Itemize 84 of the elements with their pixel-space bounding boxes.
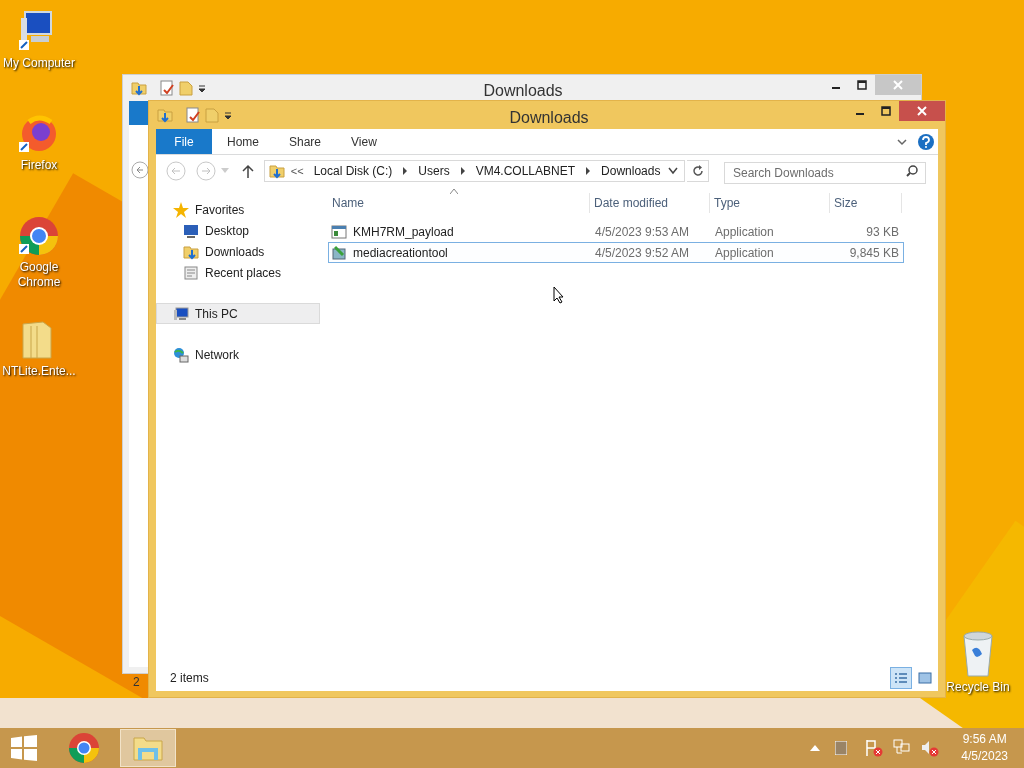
setup-icon	[331, 244, 347, 261]
column-header[interactable]: Type	[710, 193, 830, 213]
column-header[interactable]: Name	[328, 193, 590, 213]
folder-arrow-icon	[268, 163, 285, 179]
help-icon	[921, 135, 931, 148]
close-button[interactable]	[899, 101, 945, 121]
flag-error-icon	[865, 739, 884, 757]
file-row[interactable]: KMH7RM_payload 4/5/2023 9:53 AM Application 93 KB	[328, 221, 904, 242]
file-size: 93 KB	[865, 223, 900, 241]
file-size: 9,845 KB	[848, 244, 900, 262]
breadcrumb[interactable]: VM4.COLLABNET	[475, 162, 576, 180]
nav-item[interactable]: This PC	[156, 303, 320, 324]
breadcrumb[interactable]: Local Disk (C:)	[313, 162, 393, 180]
up-arrow-icon	[241, 164, 254, 178]
ribbon-tab[interactable]: View	[336, 129, 392, 154]
computer-icon	[173, 305, 189, 322]
breadcrumb[interactable]: Downloads	[601, 162, 661, 180]
picture-view-icon	[918, 672, 932, 684]
file-name[interactable]: mediacreationtool	[353, 243, 448, 262]
help-button[interactable]	[918, 133, 934, 150]
file-tab[interactable]: File	[156, 129, 212, 154]
minimize-icon	[832, 87, 840, 89]
close-icon	[893, 80, 903, 90]
close-icon	[917, 106, 927, 116]
window-title: Downloads	[508, 108, 590, 128]
status-text: 2	[133, 675, 141, 689]
search-field[interactable]: Search Downloads	[724, 162, 926, 184]
clock-date: 4/5/2023	[961, 748, 1008, 765]
ribbon-tab[interactable]: Share	[274, 129, 337, 154]
chevron-right-icon	[459, 167, 466, 175]
maximize-icon	[881, 106, 891, 116]
refresh-button[interactable]	[687, 160, 709, 182]
file-name[interactable]: KMH7RM_payload	[353, 222, 454, 241]
column-header[interactable]: Date modified	[590, 193, 710, 213]
window-title: Downloads	[482, 81, 564, 101]
chevron-right-icon	[402, 167, 409, 175]
star-icon	[173, 201, 189, 218]
address-bar[interactable]: << Local Disk (C:) Users VM4.COLLABNET Downloads	[263, 160, 686, 182]
properties-icon	[185, 107, 201, 123]
clock-time: 9:56 AM	[962, 731, 1007, 748]
new-folder-icon	[179, 80, 193, 96]
file-row[interactable]: mediacreationtool 4/5/2023 9:52 AM Application 9,845 KB	[328, 242, 904, 263]
ribbon-tab[interactable]: Home	[212, 129, 274, 154]
mouse-pointer-icon	[553, 286, 565, 304]
sort-ascending-icon	[450, 189, 458, 194]
file-date: 4/5/2023 9:52 AM	[594, 244, 691, 262]
folder-arrow-icon	[183, 243, 199, 260]
application-icon	[331, 223, 347, 240]
recycle-bin-icon	[960, 630, 996, 678]
chrome-icon	[68, 732, 100, 764]
refresh-icon	[691, 165, 704, 177]
nav-item[interactable]: Network	[156, 344, 320, 365]
file-type: Application	[714, 223, 775, 241]
folder-icon	[132, 734, 164, 762]
chrome-icon	[17, 214, 61, 258]
tray-box-icon	[835, 741, 848, 755]
search-icon	[906, 165, 918, 177]
address-overflow[interactable]: <<	[290, 162, 304, 180]
minimize-icon	[856, 113, 864, 115]
network-icon	[173, 346, 189, 363]
properties-icon	[159, 80, 175, 96]
chevron-right-icon	[585, 167, 592, 175]
windows-logo-icon	[11, 735, 37, 761]
new-folder-icon	[205, 107, 219, 123]
file-date: 4/5/2023 9:53 AM	[594, 223, 691, 241]
folder-arrow-icon	[131, 80, 147, 96]
details-view-icon	[894, 672, 908, 684]
breadcrumb[interactable]: Users	[418, 162, 450, 180]
nav-item[interactable]: Desktop	[156, 220, 320, 241]
file-type: Application	[714, 244, 775, 262]
nav-item[interactable]: Downloads	[156, 241, 320, 262]
nav-item[interactable]: Recent places	[156, 262, 320, 283]
status-text: 2 items	[170, 670, 209, 687]
chevron-down-icon	[668, 167, 679, 175]
recent-places-icon	[183, 264, 199, 281]
column-header[interactable]: Size	[830, 193, 902, 213]
caret-up-icon	[810, 745, 821, 751]
nav-item[interactable]: Favorites	[156, 199, 320, 220]
maximize-icon	[857, 80, 867, 90]
folder-arrow-icon	[157, 107, 173, 123]
monitor-icon	[183, 222, 199, 239]
network-error-icon	[893, 739, 912, 757]
details-view-button[interactable]	[890, 667, 912, 689]
speaker-muted-icon	[921, 739, 940, 757]
